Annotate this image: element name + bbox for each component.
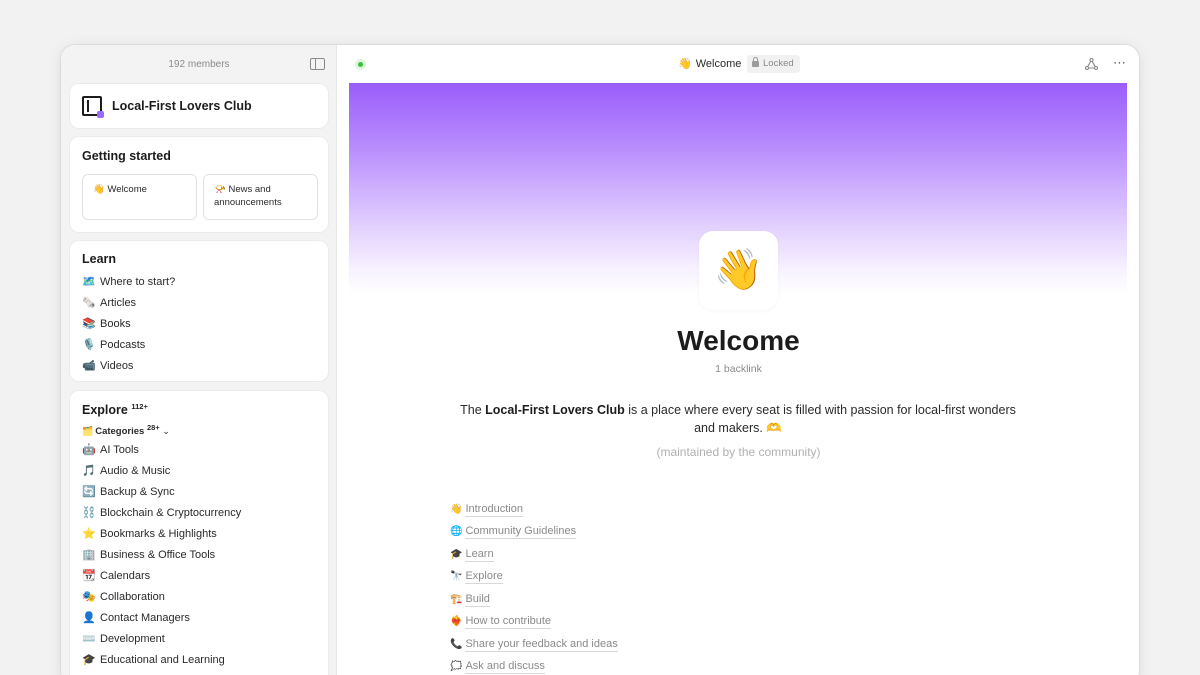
getting-started-section: Getting started 👋 Welcome 📯 News and ann… [70,137,328,232]
news-tile[interactable]: 📯 News and announcements [203,174,318,220]
graph-view-icon[interactable] [1085,58,1098,70]
construction-icon: 🏗️ [450,594,463,605]
intro-paragraph: The Local-First Lovers Club is a place w… [460,403,1016,435]
sidebar-item-educational[interactable]: 🎓 Educational and Learning [82,653,225,666]
sidebar-header: 192 members [61,45,337,83]
toc-link-learn[interactable]: 🎓 Learn [450,548,494,562]
welcome-tile[interactable]: 👋 Welcome [82,174,197,220]
member-count: 192 members [168,59,230,70]
wave-icon: 👋 [450,504,463,515]
top-bar: 👋 Welcome Locked ⋯ [338,45,1139,83]
map-icon: 🗺️ [82,276,96,288]
heart-fire-icon: ❤️‍🔥 [450,616,463,627]
sidebar-item-blockchain[interactable]: ⛓️ Blockchain & Cryptocurrency [82,506,241,519]
explore-count: 112+ [131,402,148,411]
keyboard-icon: ⌨️ [82,633,96,645]
backlinks-link[interactable]: 1 backlink [338,363,1139,375]
graduation-cap-icon: 🎓 [82,654,96,666]
sidebar-item-development[interactable]: ⌨️ Development [82,632,165,645]
chain-icon: ⛓️ [82,507,96,519]
locked-badge[interactable]: Locked [747,55,800,73]
newspaper-icon: 🗞️ [82,297,96,309]
sync-status-icon[interactable] [355,59,366,70]
toc-link-build[interactable]: 🏗️ Build [450,593,490,607]
sidebar-item-calendars[interactable]: 📆 Calendars [82,569,150,582]
toc-link-introduction[interactable]: 👋 Introduction [450,503,523,517]
more-options-icon[interactable]: ⋯ [1113,55,1127,71]
speech-bubble-icon: 🗯️ [450,661,463,672]
sidebar: 192 members Local-First Lovers Club Gett… [61,45,337,675]
robot-icon: 🤖 [82,444,96,456]
sidebar-item-audio-music[interactable]: 🎵 Audio & Music [82,464,170,477]
wave-icon: 👋 [678,58,692,70]
music-note-icon: 🎵 [82,465,96,477]
graduation-cap-icon: 🎓 [450,549,463,560]
categories-toggle[interactable]: 🗂️ Categories 28+ ⌄ [82,423,170,437]
sync-icon: 🔄 [82,486,96,498]
person-icon: 👤 [82,612,96,624]
toc-link-community-guidelines[interactable]: 🌐 Community Guidelines [450,525,577,539]
learn-title: Learn [82,252,117,266]
club-logo-icon [82,96,104,118]
club-name: Local-First Lovers Club [112,99,252,113]
sidebar-item-articles[interactable]: 🗞️ Articles [82,296,136,309]
chevron-down-icon: ⌄ [162,426,170,437]
books-icon: 📚 [82,318,96,330]
globe-icon: 🌐 [450,526,463,537]
sidebar-toggle-icon[interactable] [310,58,325,70]
sidebar-item-collaboration[interactable]: 🎭 Collaboration [82,590,165,603]
sidebar-item-contact-managers[interactable]: 👤 Contact Managers [82,611,190,624]
phone-icon: 📞 [450,639,463,650]
explore-section: Explore 112+ 🗂️ Categories 28+ ⌄ 🤖 AI Tool… [70,391,328,675]
page-title: Welcome [677,325,800,356]
app-window: 192 members Local-First Lovers Club Gett… [61,45,1139,675]
toc-link-explore[interactable]: 🔭 Explore [450,570,503,584]
toc-link-ask-discuss[interactable]: 🗯️ Ask and discuss [450,660,545,674]
toc-link-how-to-contribute[interactable]: ❤️‍🔥 How to contribute [450,615,552,629]
sidebar-item-business[interactable]: 🏢 Business & Office Tools [82,548,215,561]
sidebar-item-ai-tools[interactable]: 🤖 AI Tools [82,443,139,456]
lock-icon [752,57,759,67]
sidebar-item-where-to-start[interactable]: 🗺️ Where to start? [82,275,175,288]
star-icon: ⭐ [82,528,96,540]
getting-started-title: Getting started [82,149,171,163]
sidebar-item-podcasts[interactable]: 🎙️ Podcasts [82,338,145,351]
club-card[interactable]: Local-First Lovers Club [70,84,328,128]
page-icon-wave[interactable]: 👋 [699,231,778,310]
toc-link-feedback[interactable]: 📞 Share your feedback and ideas [450,638,618,652]
wave-icon: 👋 [93,184,105,195]
maintained-note: (maintained by the community) [656,445,821,459]
sidebar-item-books[interactable]: 📚 Books [82,317,131,330]
calendar-icon: 📆 [82,570,96,582]
masks-icon: 🎭 [82,591,96,603]
office-building-icon: 🏢 [82,549,96,561]
sidebar-item-bookmarks[interactable]: ⭐ Bookmarks & Highlights [82,527,217,540]
club-name-bold: Local-First Lovers Club [485,403,625,417]
sidebar-item-videos[interactable]: 📹 Videos [82,359,133,372]
explore-title: Explore 112+ [82,402,148,418]
learn-section: Learn 🗺️ Where to start? 🗞️ Articles 📚 Book… [70,241,328,381]
telescope-icon: 🔭 [450,571,463,582]
microphone-icon: 🎙️ [82,339,96,351]
sidebar-item-backup-sync[interactable]: 🔄 Backup & Sync [82,485,175,498]
horn-icon: 📯 [214,184,226,195]
page-tab-label: Welcome [695,58,742,70]
main-content: 👋 Welcome Locked ⋯ 👋 Welcome 1 backlink T… [338,45,1139,675]
tile-label: Welcome [107,184,147,195]
page-tab[interactable]: 👋 Welcome [678,57,741,70]
categories-count: 28+ [146,423,160,432]
video-camera-icon: 📹 [82,360,96,372]
folder-icon: 🗂️ [82,426,94,437]
